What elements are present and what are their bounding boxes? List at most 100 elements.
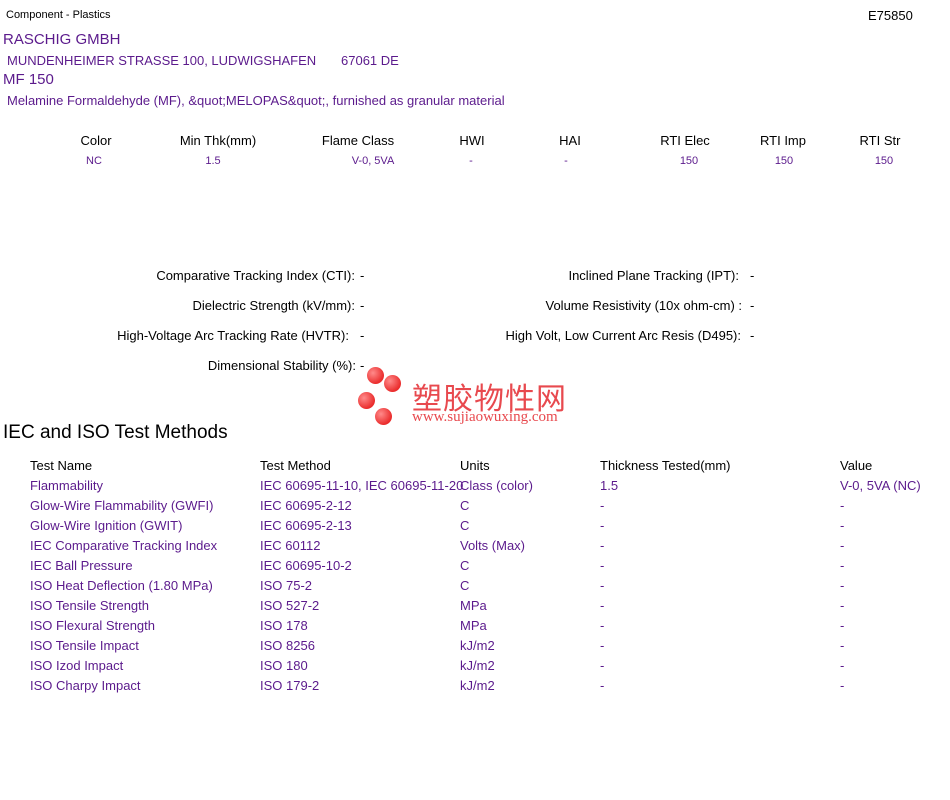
test-header-thickness: Thickness Tested(mm) bbox=[600, 458, 731, 473]
watermark-dot-icon bbox=[358, 392, 375, 409]
test-value-cell: - bbox=[840, 518, 845, 533]
watermark-dot-icon bbox=[384, 375, 401, 392]
test-name-cell: Glow-Wire Flammability (GWFI) bbox=[30, 498, 214, 513]
ratings-header-rti-imp: RTI Imp bbox=[760, 133, 806, 148]
test-name-cell: ISO Tensile Strength bbox=[30, 598, 149, 613]
test-thickness-cell: - bbox=[600, 678, 605, 693]
test-units-cell: kJ/m2 bbox=[460, 638, 495, 653]
test-method-cell: IEC 60695-11-10, IEC 60695-11-20 bbox=[260, 478, 464, 493]
property-value-hvtr: - bbox=[360, 328, 365, 343]
test-thickness-cell: - bbox=[600, 618, 605, 633]
test-thickness-cell: - bbox=[600, 498, 605, 513]
property-value-dimensional-stability: - bbox=[360, 358, 365, 373]
company-postal: 67061 DE bbox=[341, 53, 399, 68]
property-label-d495: High Volt, Low Current Arc Resis (D495): bbox=[505, 328, 741, 343]
watermark-dot-icon bbox=[375, 408, 392, 425]
watermark-dot-icon bbox=[367, 367, 384, 384]
test-method-cell: IEC 60695-2-12 bbox=[260, 498, 352, 513]
test-thickness-cell: - bbox=[600, 638, 605, 653]
test-thickness-cell: - bbox=[600, 558, 605, 573]
document-category: Component - Plastics bbox=[6, 9, 111, 21]
ratings-header-hwi: HWI bbox=[459, 133, 485, 148]
property-value-dielectric: - bbox=[360, 298, 365, 313]
ratings-value-flame-class: V-0, 5VA bbox=[351, 155, 395, 167]
ratings-value-rti-imp: 150 bbox=[774, 155, 794, 167]
test-method-cell: ISO 527-2 bbox=[260, 598, 320, 613]
property-label-cti: Comparative Tracking Index (CTI): bbox=[156, 268, 355, 283]
test-method-cell: IEC 60112 bbox=[260, 538, 321, 553]
ratings-value-hwi: - bbox=[469, 155, 473, 167]
test-name-cell: ISO Charpy Impact bbox=[30, 678, 141, 693]
test-units-cell: C bbox=[460, 498, 470, 513]
ratings-header-flame-class: Flame Class bbox=[321, 133, 395, 148]
product-grade: MF 150 bbox=[3, 71, 54, 88]
ratings-header-rti-elec: RTI Elec bbox=[660, 133, 710, 148]
test-value-cell: - bbox=[840, 578, 845, 593]
test-thickness-cell: - bbox=[600, 598, 605, 613]
test-method-cell: IEC 60695-10-2 bbox=[260, 558, 352, 573]
ratings-value-min-thk: 1.5 bbox=[205, 155, 221, 167]
test-method-cell: ISO 75-2 bbox=[260, 578, 313, 593]
test-header-name: Test Name bbox=[30, 458, 93, 473]
property-label-dimensional-stability: Dimensional Stability (%): bbox=[207, 358, 356, 373]
test-thickness-cell: - bbox=[600, 518, 605, 533]
test-value-cell: - bbox=[840, 558, 845, 573]
section-title-test-methods: IEC and ISO Test Methods bbox=[3, 422, 228, 443]
property-value-d495: - bbox=[750, 328, 755, 343]
test-method-cell: ISO 178 bbox=[260, 618, 308, 633]
test-name-cell: Flammability bbox=[30, 478, 103, 493]
property-label-ipt: Inclined Plane Tracking (IPT): bbox=[568, 268, 739, 283]
test-name-cell: ISO Heat Deflection (1.80 MPa) bbox=[30, 578, 213, 593]
test-units-cell: kJ/m2 bbox=[460, 678, 495, 693]
file-number: E75850 bbox=[868, 8, 913, 23]
test-value-cell: - bbox=[840, 618, 845, 633]
test-thickness-cell: - bbox=[600, 578, 605, 593]
test-value-cell: - bbox=[840, 658, 845, 673]
company-address: MUNDENHEIMER STRASSE 100, LUDWIGSHAFEN bbox=[7, 53, 317, 68]
test-value-cell: V-0, 5VA (NC) bbox=[840, 478, 921, 493]
test-value-cell: - bbox=[840, 538, 845, 553]
ratings-value-rti-elec: 150 bbox=[679, 155, 699, 167]
ratings-header-color: Color bbox=[80, 133, 112, 148]
test-units-cell: C bbox=[460, 558, 470, 573]
test-method-cell: ISO 8256 bbox=[260, 638, 315, 653]
test-name-cell: Glow-Wire Ignition (GWIT) bbox=[30, 518, 183, 533]
test-value-cell: - bbox=[840, 498, 845, 513]
property-label-volume-resistivity: Volume Resistivity (10x ohm-cm) : bbox=[545, 298, 743, 313]
test-units-cell: Class (color) bbox=[460, 478, 533, 493]
test-units-cell: Volts (Max) bbox=[460, 538, 526, 553]
test-units-cell: kJ/m2 bbox=[460, 658, 495, 673]
test-name-cell: IEC Ball Pressure bbox=[30, 558, 133, 573]
property-value-cti: - bbox=[360, 268, 365, 283]
test-header-method: Test Method bbox=[260, 458, 331, 473]
ratings-value-color: NC bbox=[86, 155, 102, 167]
test-name-cell: ISO Tensile Impact bbox=[30, 638, 139, 653]
test-thickness-cell: - bbox=[600, 538, 605, 553]
test-method-cell: IEC 60695-2-13 bbox=[260, 518, 352, 533]
test-name-cell: ISO Izod Impact bbox=[30, 658, 124, 673]
test-value-cell: - bbox=[840, 678, 845, 693]
test-method-cell: ISO 179-2 bbox=[260, 678, 320, 693]
ratings-header-hai: HAI bbox=[559, 133, 581, 148]
company-name: RASCHIG GMBH bbox=[3, 31, 121, 48]
test-name-cell: ISO Flexural Strength bbox=[30, 618, 155, 633]
ratings-value-rti-str: 150 bbox=[874, 155, 894, 167]
watermark-url: www.sujiaowuxing.com bbox=[412, 409, 558, 425]
ratings-header-min-thk: Min Thk(mm) bbox=[179, 133, 257, 148]
test-method-cell: ISO 180 bbox=[260, 658, 308, 673]
test-header-value: Value bbox=[840, 458, 873, 473]
ratings-value-hai: - bbox=[564, 155, 568, 167]
product-description: Melamine Formaldehyde (MF), &quot;MELOPA… bbox=[7, 93, 505, 108]
property-value-volume-resistivity: - bbox=[750, 298, 755, 313]
test-units-cell: MPa bbox=[460, 598, 487, 613]
test-value-cell: - bbox=[840, 598, 845, 613]
test-value-cell: - bbox=[840, 638, 845, 653]
property-label-dielectric: Dielectric Strength (kV/mm): bbox=[192, 298, 355, 313]
test-thickness-cell: 1.5 bbox=[600, 478, 619, 493]
test-header-units: Units bbox=[460, 458, 490, 473]
test-thickness-cell: - bbox=[600, 658, 605, 673]
test-units-cell: C bbox=[460, 578, 470, 593]
property-label-hvtr: High-Voltage Arc Tracking Rate (HVTR): bbox=[117, 328, 349, 343]
ratings-header-rti-str: RTI Str bbox=[859, 133, 901, 148]
property-value-ipt: - bbox=[750, 268, 755, 283]
